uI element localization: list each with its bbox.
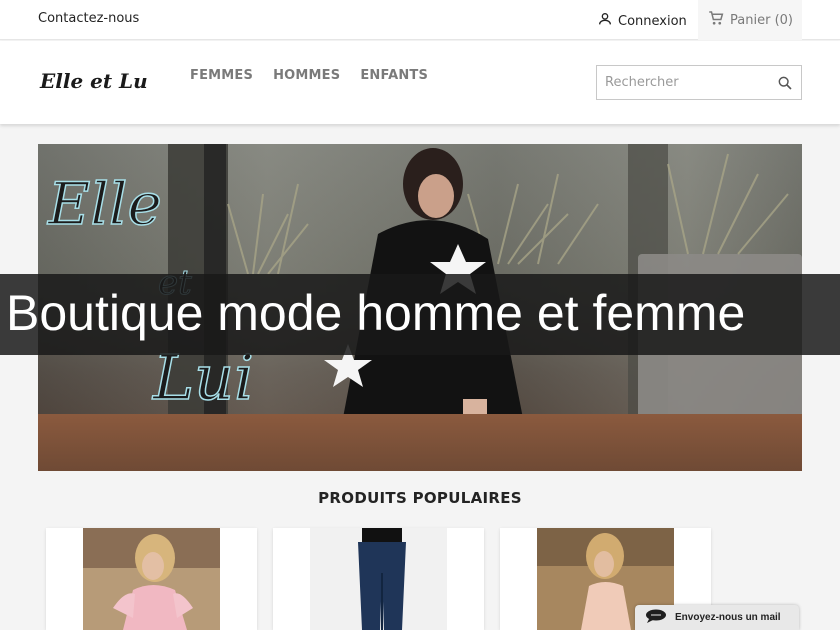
search-icon[interactable] (777, 75, 793, 95)
send-mail-button[interactable]: Envoyez-nous un mail (635, 605, 799, 630)
logo-text: Elle et Lui (39, 69, 148, 93)
nav-item-hommes[interactable]: HOMMES (273, 68, 340, 83)
pink-dress-photo (83, 528, 220, 630)
login-label: Connexion (618, 13, 687, 29)
popular-products-title: PRODUITS POPULAIRES (318, 489, 522, 507)
login-link[interactable]: Connexion (597, 11, 687, 31)
blue-jeans-photo (310, 528, 447, 630)
chat-bubble-icon (645, 609, 667, 626)
user-icon (597, 11, 613, 31)
search-input[interactable] (597, 66, 767, 99)
product-card[interactable] (46, 528, 257, 630)
overlay-title: Boutique mode homme et femme (6, 285, 746, 341)
site-logo[interactable]: Elle et Lui (38, 63, 155, 97)
send-mail-label: Envoyez-nous un mail (675, 612, 781, 623)
main-header: Elle et Lui FEMMES HOMMES ENFANTS (0, 41, 840, 124)
search-box (596, 65, 802, 100)
contact-link[interactable]: Contactez-nous (38, 11, 139, 26)
banner-floor (38, 414, 802, 471)
top-bar: Contactez-nous Connexion Panier (0) (0, 0, 840, 40)
product-card[interactable] (273, 528, 484, 630)
banner-logo-elle: Elle (47, 170, 162, 238)
cart-button[interactable]: Panier (0) (698, 0, 802, 40)
main-nav: FEMMES HOMMES ENFANTS (190, 68, 428, 83)
nav-item-femmes[interactable]: FEMMES (190, 68, 253, 83)
nav-item-enfants[interactable]: ENFANTS (360, 68, 428, 83)
cart-icon (707, 9, 725, 31)
cart-label: Panier (0) (730, 12, 793, 28)
